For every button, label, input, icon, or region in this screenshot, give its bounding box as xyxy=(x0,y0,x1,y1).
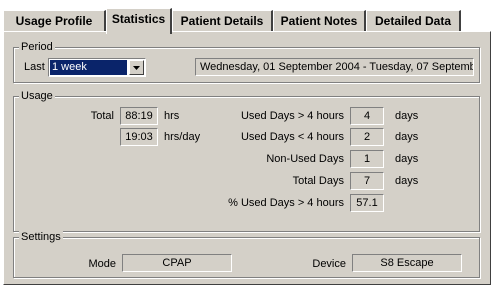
date-range-field: Wednesday, 01 September 2004 - Tuesday, … xyxy=(195,58,474,76)
period-selected-value: 1 week xyxy=(50,60,127,75)
mode-field: CPAP xyxy=(122,254,232,272)
used-days-under-4h-label: Used Days < 4 hours xyxy=(240,131,344,143)
total-days-label: Total Days xyxy=(292,175,344,187)
mode-label: Mode xyxy=(88,258,116,270)
chevron-down-icon xyxy=(133,66,140,70)
used-days-over-4h-label: Used Days > 4 hours xyxy=(240,110,344,122)
settings-legend: Settings xyxy=(19,230,63,244)
percent-used-days-value: 57.1 xyxy=(350,194,384,212)
tab-statistics[interactable]: Statistics xyxy=(106,8,172,34)
used-days-over-4h-unit: days xyxy=(395,110,419,122)
device-field: S8 Escape xyxy=(352,254,462,272)
usage-group: Usage Total 88:19 hrs 19:03 hrs/day Used… xyxy=(13,89,480,232)
non-used-days-label: Non-Used Days xyxy=(266,153,344,165)
tab-patient-notes[interactable]: Patient Notes xyxy=(273,10,366,32)
non-used-days-value: 1 xyxy=(350,150,384,168)
statistics-panel: Period Last 1 week Wednesday, 01 Septemb… xyxy=(3,31,491,285)
tab-usage-profile[interactable]: Usage Profile xyxy=(3,10,106,32)
used-days-under-4h-value: 2 xyxy=(350,128,384,146)
total-label: Total xyxy=(90,110,114,122)
total-days-unit: days xyxy=(395,175,419,187)
total-hours-field: 88:19 xyxy=(120,107,158,125)
period-dropdown-button[interactable] xyxy=(129,60,144,75)
tab-patient-details[interactable]: Patient Details xyxy=(172,10,273,32)
usage-legend: Usage xyxy=(19,89,55,103)
average-hours-unit: hrs/day xyxy=(164,131,201,143)
non-used-days-unit: days xyxy=(395,153,419,165)
tab-detailed-data[interactable]: Detailed Data xyxy=(366,10,461,32)
period-select[interactable]: 1 week xyxy=(48,58,146,77)
percent-used-days-label: % Used Days > 4 hours xyxy=(228,197,344,209)
last-label: Last xyxy=(24,61,45,73)
average-hours-field: 19:03 xyxy=(120,128,158,146)
settings-group: Settings Mode CPAP Device S8 Escape xyxy=(13,230,480,278)
period-group: Period Last 1 week Wednesday, 01 Septemb… xyxy=(13,40,480,83)
period-legend: Period xyxy=(19,40,55,54)
device-label: Device xyxy=(312,258,346,270)
total-days-value: 7 xyxy=(350,172,384,190)
used-days-under-4h-unit: days xyxy=(395,131,419,143)
total-hours-unit: hrs xyxy=(164,110,180,122)
tab-strip: Usage Profile Statistics Patient Details… xyxy=(3,8,491,34)
used-days-over-4h-value: 4 xyxy=(350,107,384,125)
